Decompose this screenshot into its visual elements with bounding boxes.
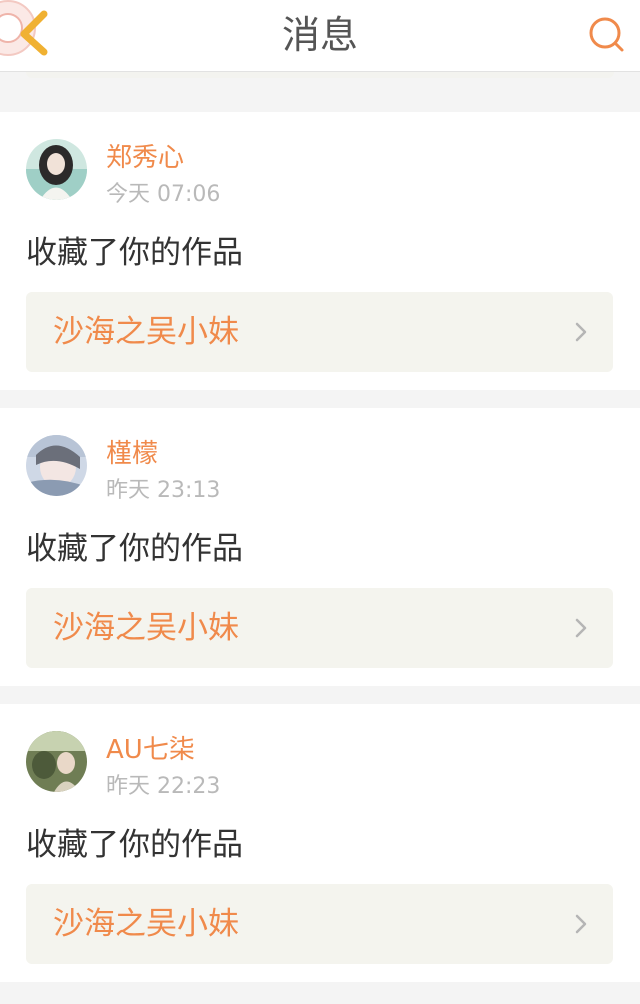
username[interactable]: 槿檬: [106, 438, 158, 470]
action-text: 收藏了你的作品: [26, 235, 243, 271]
avatar[interactable]: [26, 731, 87, 792]
work-link[interactable]: 沙海之吴小妹: [26, 884, 613, 964]
chevron-right-icon: [575, 322, 587, 342]
search-icon: [589, 17, 624, 52]
work-link[interactable]: 沙海之吴小妹: [26, 588, 613, 668]
username[interactable]: 郑秀心: [106, 142, 184, 174]
chevron-right-icon: [575, 914, 587, 934]
top-bar: 消息: [0, 0, 640, 72]
username[interactable]: AU七柒: [106, 734, 195, 766]
message-card: AU七柒 昨天 22:23 收藏了你的作品 沙海之吴小妹: [0, 704, 640, 982]
avatar[interactable]: [26, 435, 87, 496]
previous-work-link[interactable]: [26, 72, 614, 78]
work-title: 沙海之吴小妹: [53, 610, 239, 646]
work-title: 沙海之吴小妹: [53, 906, 239, 942]
action-text: 收藏了你的作品: [26, 827, 243, 863]
message-card: 郑秀心 今天 07:06 收藏了你的作品 沙海之吴小妹: [0, 112, 640, 390]
message-card: 槿檬 昨天 23:13 收藏了你的作品 沙海之吴小妹: [0, 408, 640, 686]
page-title: 消息: [281, 13, 358, 57]
action-text: 收藏了你的作品: [26, 531, 243, 567]
work-title: 沙海之吴小妹: [53, 314, 239, 350]
timestamp: 今天 07:06: [106, 182, 221, 207]
timestamp: 昨天 23:13: [106, 478, 221, 503]
work-link[interactable]: 沙海之吴小妹: [26, 292, 613, 372]
avatar[interactable]: [26, 139, 87, 200]
timestamp: 昨天 22:23: [106, 774, 221, 799]
chevron-right-icon: [575, 618, 587, 638]
search-button[interactable]: [586, 14, 628, 56]
